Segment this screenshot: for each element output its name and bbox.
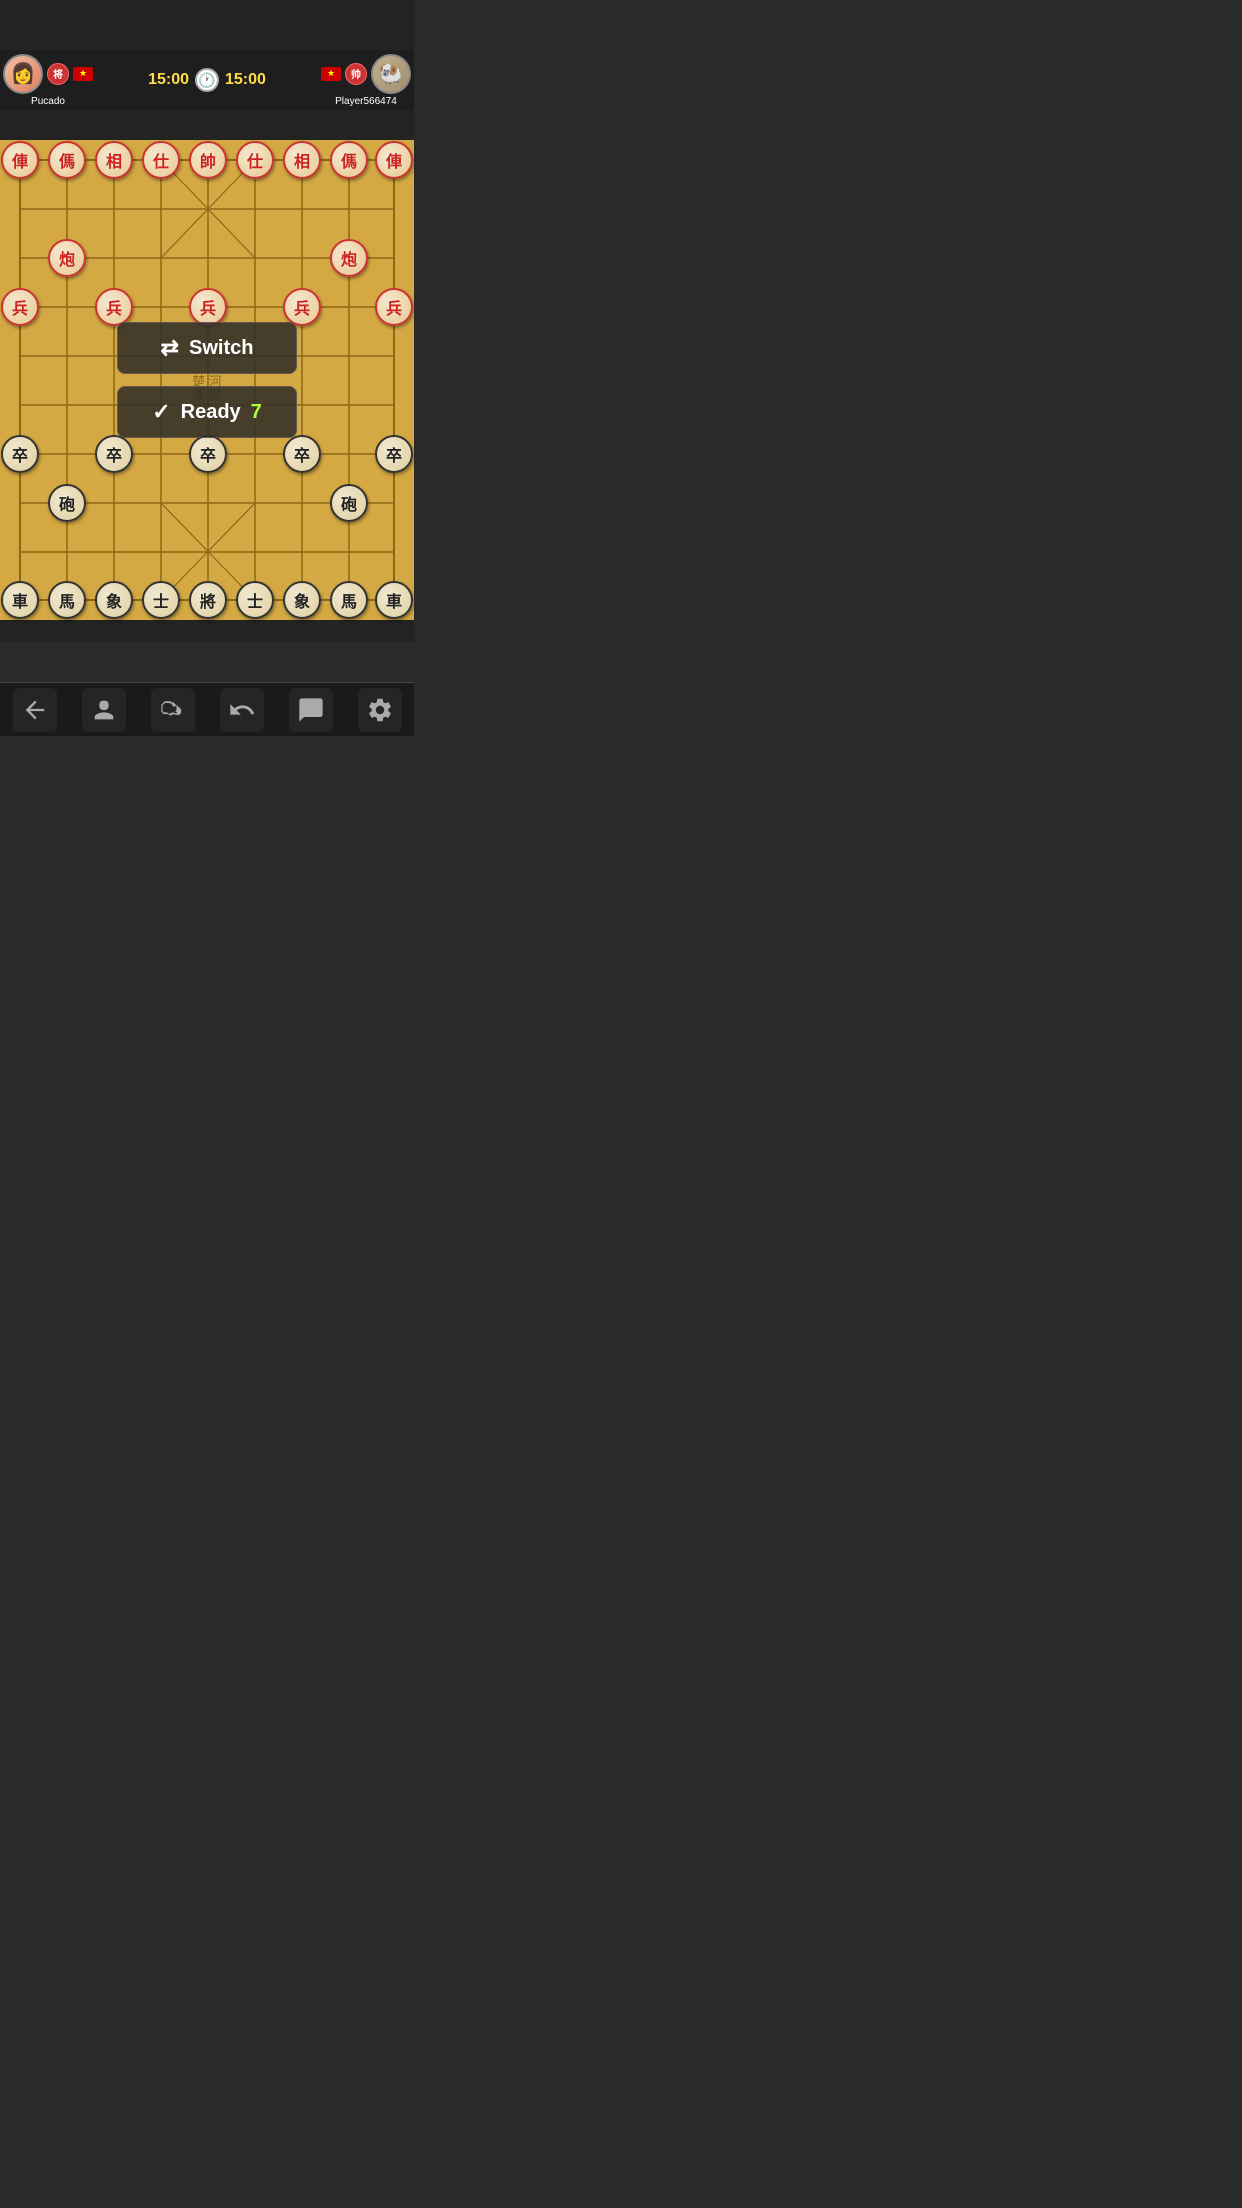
bottom-toolbar [0, 682, 414, 736]
chess-piece[interactable]: 卒 [95, 435, 133, 473]
game-header: 👩 将 Pucado 15:00 🕐 15:00 帅 🐏 Player56647… [0, 50, 414, 110]
chess-piece[interactable]: 仕 [236, 141, 274, 179]
back-button[interactable] [13, 688, 57, 732]
chess-piece[interactable]: 卒 [375, 435, 413, 473]
ready-count: 7 [251, 401, 262, 424]
player1-name: Pucado [31, 96, 65, 107]
chess-piece[interactable]: 象 [95, 581, 133, 619]
player1-flag [73, 67, 93, 81]
chess-piece[interactable]: 仕 [142, 141, 180, 179]
chess-piece[interactable]: 兵 [283, 288, 321, 326]
chess-piece[interactable]: 相 [283, 141, 321, 179]
clock-icon: 🕐 [195, 68, 219, 92]
chess-piece[interactable]: 卒 [189, 435, 227, 473]
chess-piece[interactable]: 卒 [283, 435, 321, 473]
chess-piece[interactable]: 士 [236, 581, 274, 619]
chess-piece[interactable]: 兵 [189, 288, 227, 326]
chess-piece[interactable]: 車 [375, 581, 413, 619]
timer-display: 15:00 🕐 15:00 [148, 68, 266, 92]
timer1: 15:00 [148, 71, 189, 89]
chess-piece[interactable]: 車 [1, 581, 39, 619]
chess-piece[interactable]: 砲 [48, 484, 86, 522]
chess-piece[interactable]: 馬 [48, 581, 86, 619]
chess-piece[interactable]: 帥 [189, 141, 227, 179]
chess-piece[interactable]: 兵 [95, 288, 133, 326]
player1-avatar: 👩 [3, 54, 43, 94]
player2-info: 帅 🐏 Player566474 [326, 54, 406, 107]
chess-piece[interactable]: 炮 [330, 239, 368, 277]
switch-label: Switch [189, 337, 253, 360]
ready-label: Ready [181, 401, 241, 424]
player1-info: 👩 将 Pucado [8, 54, 88, 107]
undo-button[interactable] [220, 688, 264, 732]
xiangqi-board: 楚 河 漢 界 俥傌相仕帥仕相傌俥炮炮兵兵兵兵兵卒卒卒卒卒砲砲車馬象士將士象馬車… [0, 140, 414, 620]
person-button[interactable] [82, 688, 126, 732]
chess-piece[interactable]: 傌 [48, 141, 86, 179]
chess-piece[interactable]: 炮 [48, 239, 86, 277]
chess-piece[interactable]: 卒 [1, 435, 39, 473]
handshake-button[interactable] [151, 688, 195, 732]
chess-piece[interactable]: 砲 [330, 484, 368, 522]
chess-piece[interactable]: 兵 [1, 288, 39, 326]
switch-button[interactable]: ⇄ Switch [117, 322, 297, 374]
settings-button[interactable] [358, 688, 402, 732]
player2-rank: 帅 [345, 63, 367, 85]
player2-name: Player566474 [335, 96, 397, 107]
chess-piece[interactable]: 馬 [330, 581, 368, 619]
player1-rank: 将 [47, 63, 69, 85]
player2-avatar: 🐏 [371, 54, 411, 94]
check-icon: ✓ [152, 399, 170, 425]
chess-piece[interactable]: 士 [142, 581, 180, 619]
chess-piece[interactable]: 俥 [1, 141, 39, 179]
chess-piece[interactable]: 兵 [375, 288, 413, 326]
chess-piece[interactable]: 象 [283, 581, 321, 619]
timer2: 15:00 [225, 71, 266, 89]
chess-piece[interactable]: 相 [95, 141, 133, 179]
chess-piece[interactable]: 將 [189, 581, 227, 619]
chess-piece[interactable]: 傌 [330, 141, 368, 179]
ready-button[interactable]: ✓ Ready 7 [117, 386, 297, 438]
chess-piece[interactable]: 俥 [375, 141, 413, 179]
chat-button[interactable] [289, 688, 333, 732]
switch-icon: ⇄ [161, 335, 179, 361]
player2-flag [321, 67, 341, 81]
